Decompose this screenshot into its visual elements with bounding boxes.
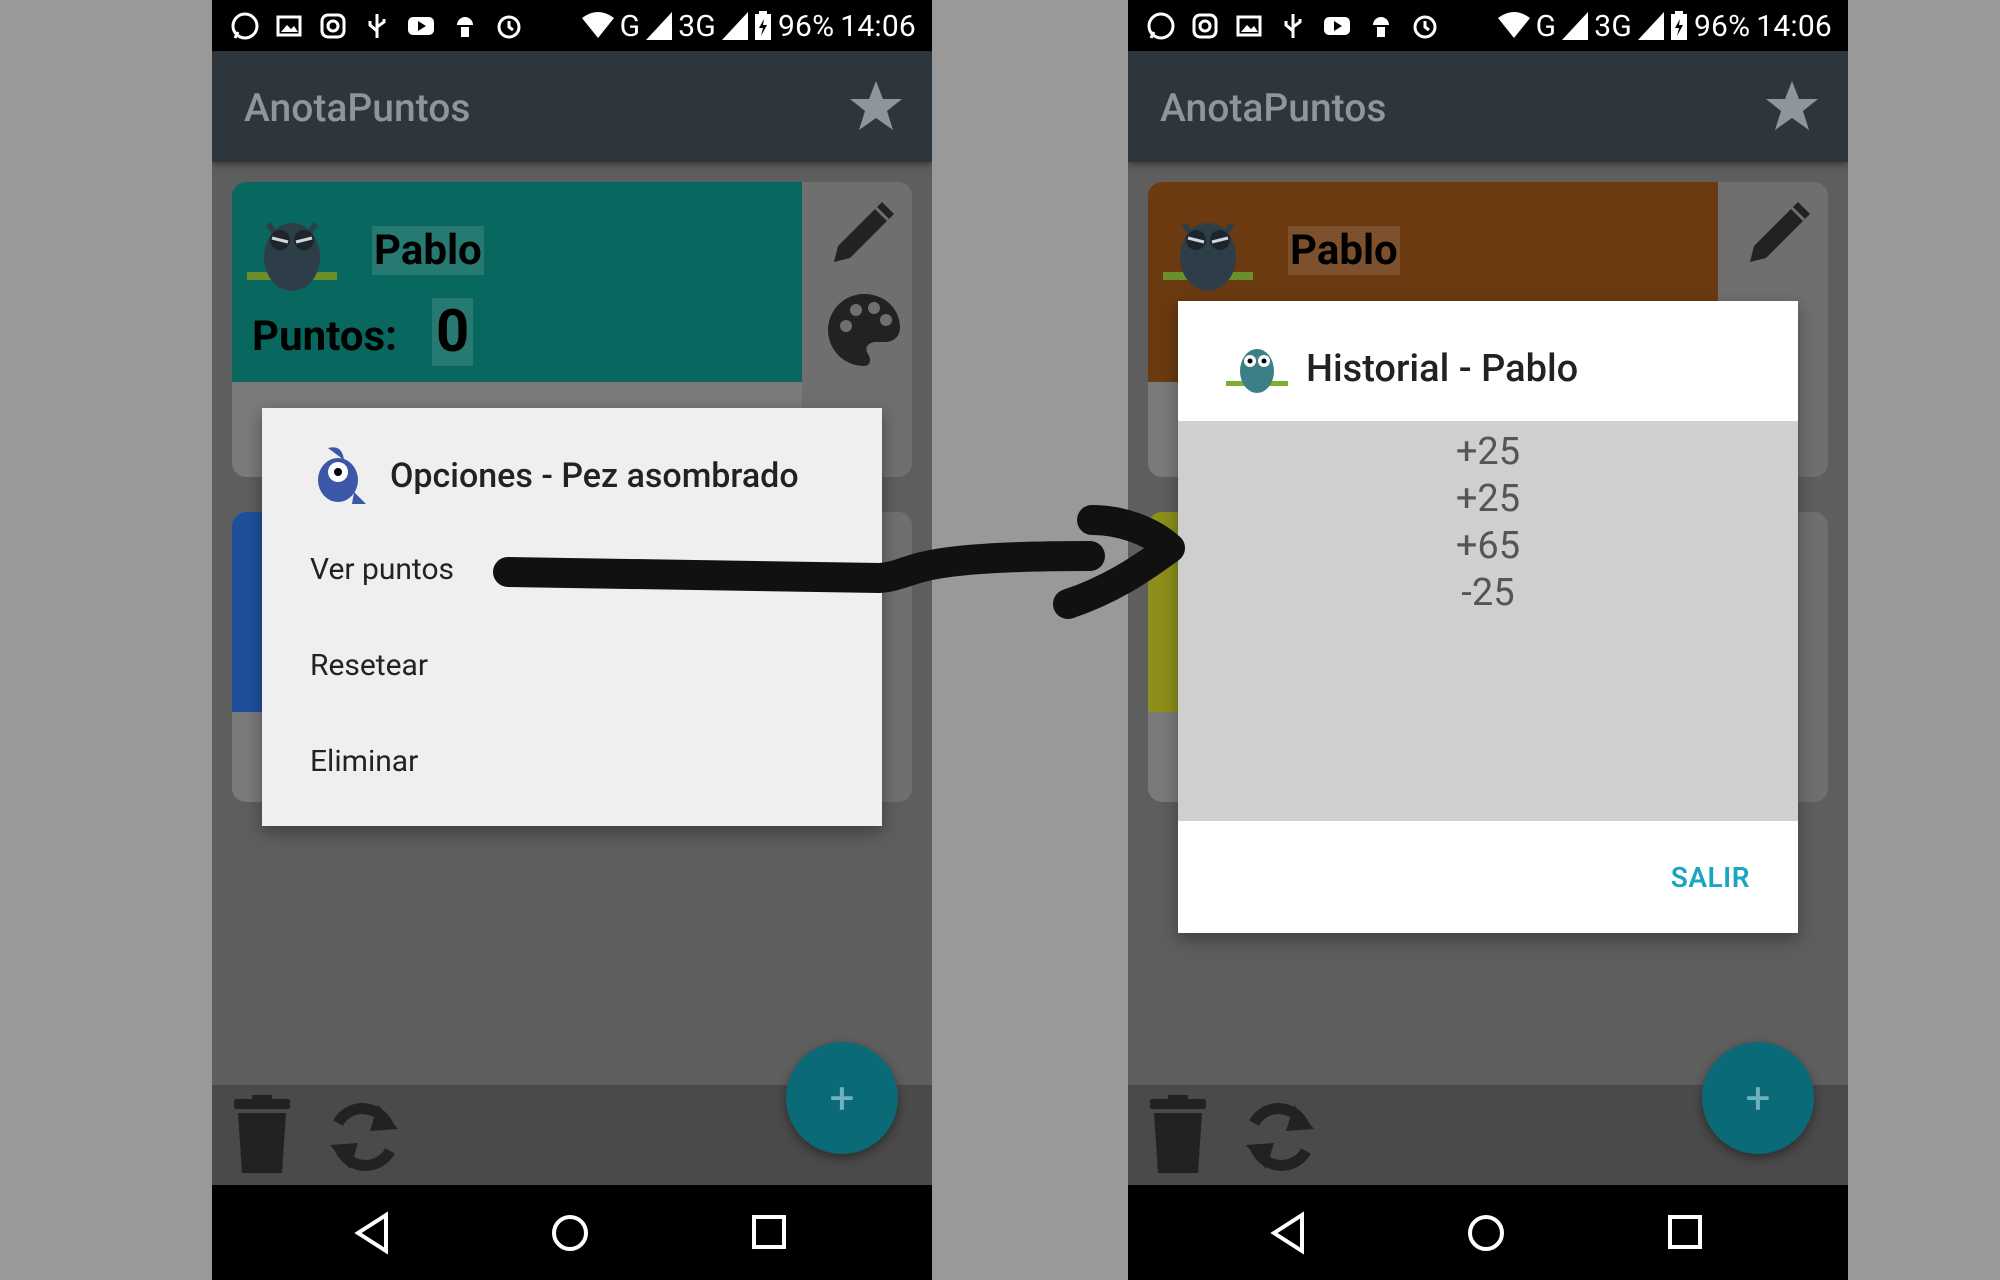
trash-icon[interactable]	[230, 1095, 294, 1175]
gallery-icon	[276, 15, 302, 37]
owl-icon	[1163, 222, 1253, 291]
recents-icon[interactable]	[750, 1213, 790, 1253]
status-bar: G 3G 96% 14:06	[1128, 0, 1848, 51]
add-player-button[interactable]: +	[786, 1042, 898, 1154]
menu-item-resetear[interactable]: Resetear	[310, 648, 428, 683]
clock: 14:06	[840, 8, 916, 44]
app-bar: AnotaPuntos	[1128, 51, 1848, 162]
right-screen: G 3G 96% 14:06 AnotaPuntos Pablo + Histo…	[1128, 0, 1848, 1280]
add-player-button[interactable]: +	[1702, 1042, 1814, 1154]
owl-icon	[247, 222, 337, 291]
back-icon[interactable]	[1268, 1211, 1308, 1255]
star-icon[interactable]	[846, 77, 906, 137]
signal-icon	[1562, 12, 1589, 40]
plus-icon: +	[1745, 1072, 1771, 1124]
player-card-header: Pablo Puntos: 0	[232, 182, 802, 382]
history-entry: +65	[1455, 524, 1521, 568]
options-dialog: Opciones - Pez asombrado Ver puntos Rese…	[262, 408, 882, 826]
alarm-icon	[1413, 15, 1437, 39]
usb-icon	[368, 14, 386, 38]
whatsapp-icon	[231, 12, 259, 40]
refresh-icon[interactable]	[1240, 1095, 1320, 1179]
signal-icon	[1637, 12, 1664, 40]
dialog-title: Historial - Pablo	[1306, 347, 1579, 391]
battery-level: 96%	[1693, 8, 1751, 44]
app-bar: AnotaPuntos	[212, 51, 932, 162]
status-bar: G 3G 96% 14:06	[212, 0, 932, 51]
points-value: 0	[432, 298, 474, 366]
usb-icon	[1284, 14, 1302, 38]
network-g: G	[1535, 8, 1557, 44]
owl-icon	[1226, 349, 1288, 393]
gallery-icon	[1236, 15, 1262, 37]
wifi-icon	[1497, 12, 1530, 38]
home-icon[interactable]	[548, 1211, 592, 1255]
history-entry: +25	[1455, 477, 1521, 521]
instagram-icon	[1192, 13, 1218, 39]
pencil-icon[interactable]	[1740, 192, 1820, 272]
left-screen: G 3G 96% 14:06 AnotaPuntos Pablo Puntos:…	[212, 0, 932, 1280]
menu-item-eliminar[interactable]: Eliminar	[310, 744, 418, 779]
player-name: Pablo	[372, 226, 484, 275]
dialog-header: Historial - Pablo	[1178, 301, 1798, 421]
home-icon[interactable]	[1464, 1211, 1508, 1255]
navigation-bar	[1128, 1185, 1848, 1280]
fish-icon	[318, 447, 366, 504]
back-icon[interactable]	[352, 1211, 392, 1255]
refresh-icon[interactable]	[324, 1095, 404, 1179]
history-dialog: Historial - Pablo +25 +25 +65 -25 SALIR	[1178, 301, 1798, 933]
history-list: +25 +25 +65 -25	[1178, 421, 1798, 821]
signal-icon	[646, 12, 673, 40]
exit-button[interactable]: SALIR	[1671, 861, 1750, 894]
youtube-icon	[408, 17, 434, 35]
dialog-title: Opciones - Pez asombrado	[390, 456, 799, 496]
network-3g: 3G	[1594, 8, 1632, 44]
app-title: AnotaPuntos	[244, 85, 471, 131]
points-label: Puntos:	[252, 312, 397, 361]
battery-icon	[754, 11, 771, 40]
history-entry: -25	[1461, 571, 1515, 615]
navigation-bar	[212, 1185, 932, 1280]
star-icon[interactable]	[1762, 77, 1822, 137]
pencil-icon[interactable]	[824, 192, 904, 272]
menu-item-ver-puntos[interactable]: Ver puntos	[310, 552, 454, 587]
plus-icon: +	[829, 1072, 855, 1124]
whatsapp-icon	[1147, 12, 1175, 40]
clock: 14:06	[1756, 8, 1832, 44]
android-icon	[457, 17, 473, 37]
instagram-icon	[320, 13, 346, 39]
network-3g: 3G	[678, 8, 716, 44]
app-title: AnotaPuntos	[1160, 85, 1387, 131]
alarm-icon	[497, 15, 521, 39]
history-entry: +25	[1455, 430, 1521, 474]
recents-icon[interactable]	[1666, 1213, 1706, 1253]
signal-icon	[721, 12, 748, 40]
youtube-icon	[1324, 17, 1350, 35]
android-icon	[1373, 17, 1389, 37]
palette-icon[interactable]	[824, 290, 904, 370]
battery-level: 96%	[777, 8, 835, 44]
trash-icon[interactable]	[1146, 1095, 1210, 1175]
network-g: G	[619, 8, 641, 44]
wifi-icon	[581, 12, 614, 38]
battery-icon	[1670, 11, 1687, 40]
player-name: Pablo	[1288, 226, 1400, 275]
